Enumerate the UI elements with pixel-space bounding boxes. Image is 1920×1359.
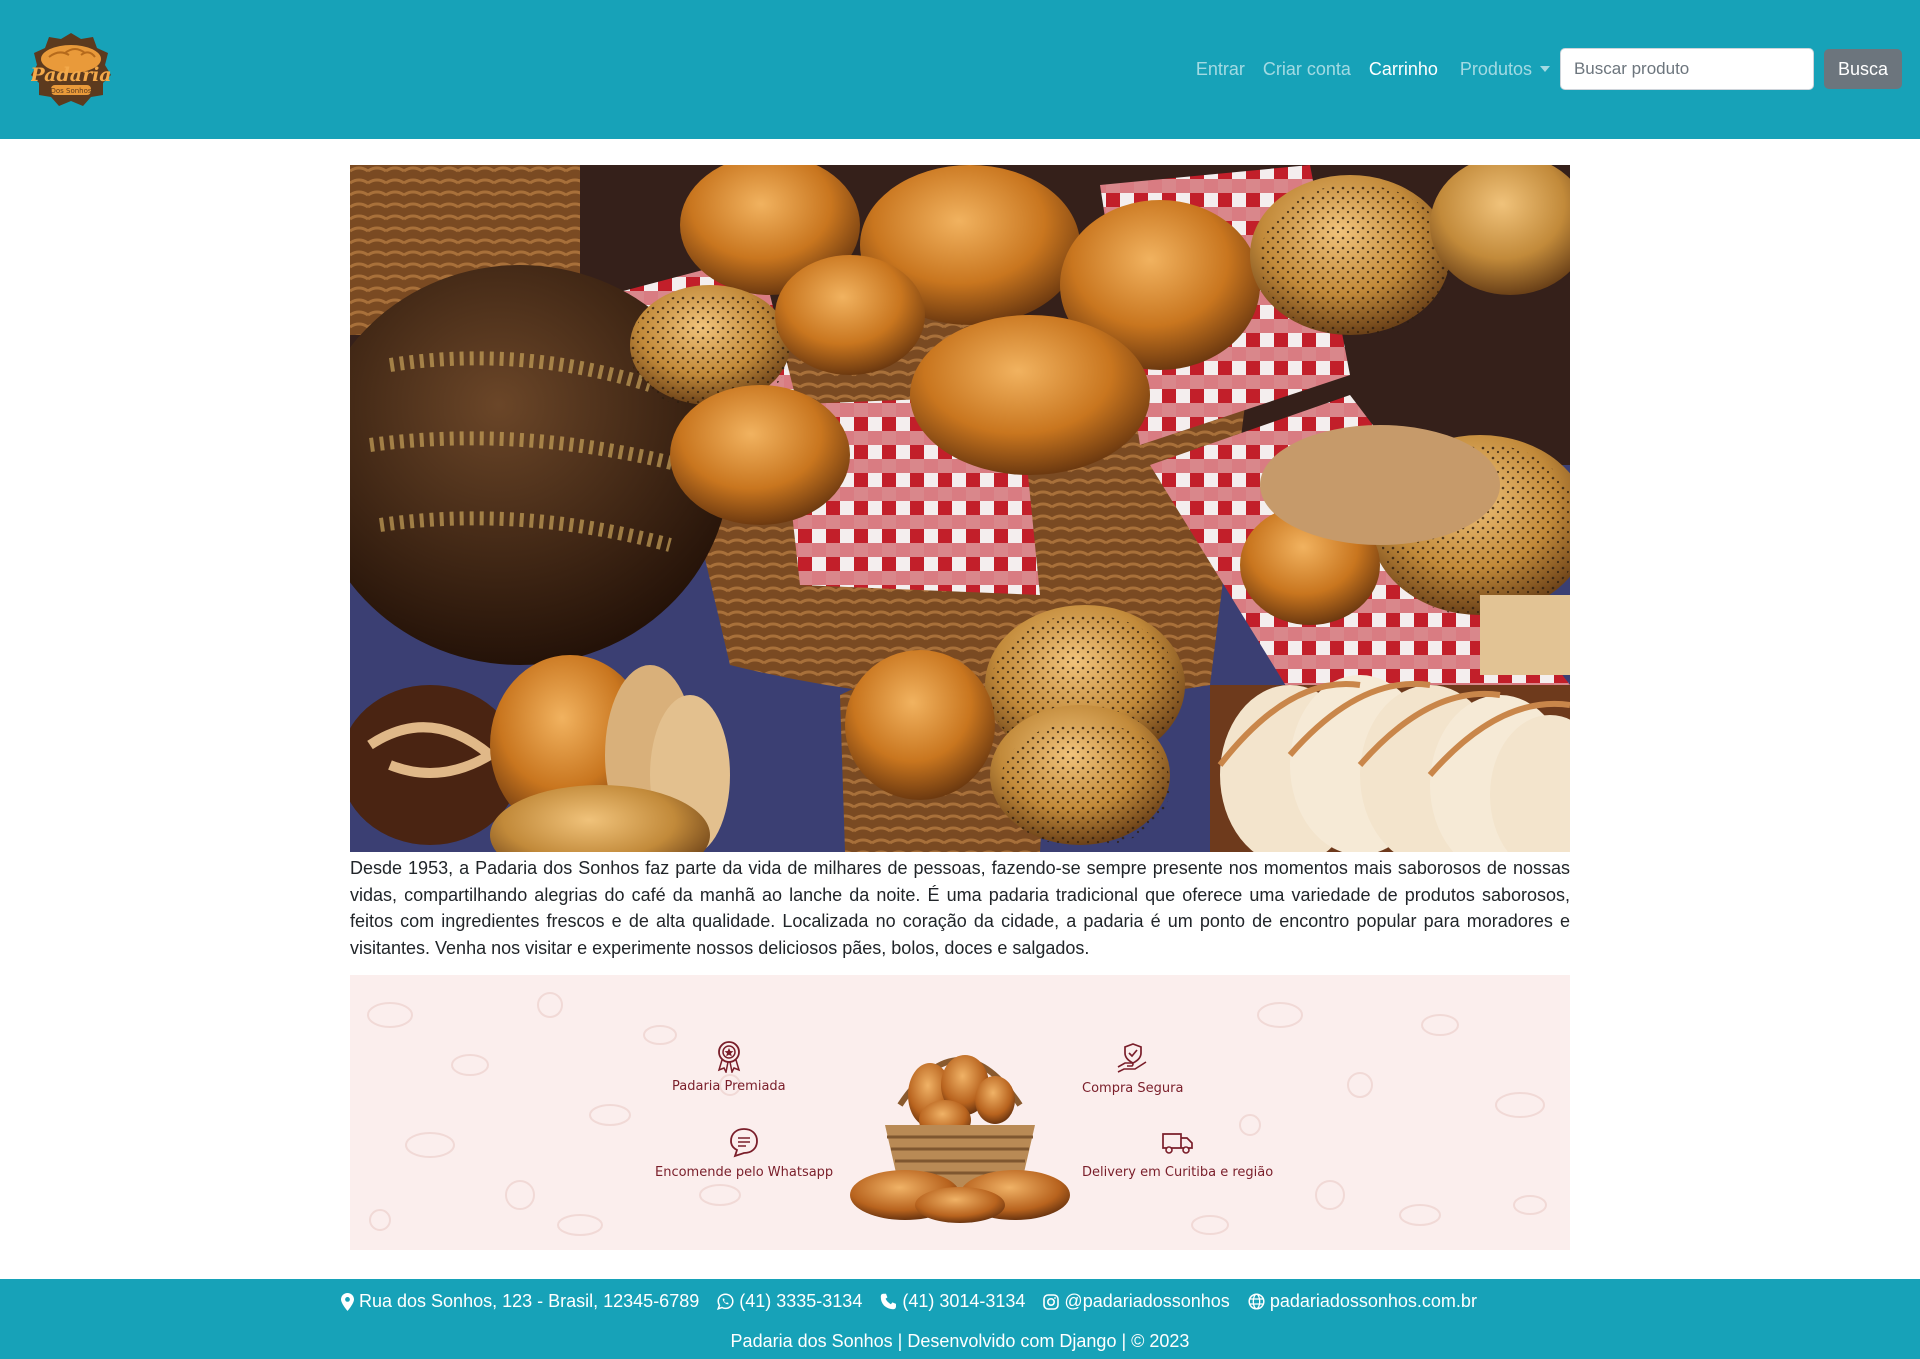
signup-link[interactable]: Criar conta — [1263, 59, 1351, 80]
globe-icon — [1248, 1293, 1265, 1310]
feature-whatsapp: Encomende pelo Whatsapp — [655, 1125, 833, 1180]
secure-hand-shield-icon — [1117, 1043, 1147, 1073]
logo-text: Padaria — [31, 64, 111, 86]
search-button[interactable]: Busca — [1823, 49, 1902, 89]
footer-website-text: padariadossonhos.com.br — [1269, 1291, 1477, 1311]
feature-award-label: Padaria Premiada — [672, 1079, 786, 1094]
login-link[interactable]: Entrar — [1196, 59, 1245, 80]
feature-secure: Compra Segura — [1082, 1041, 1183, 1096]
feature-secure-label: Compra Segura — [1082, 1081, 1184, 1096]
footer-phone[interactable]: (41) 3014-3134 — [880, 1291, 1025, 1312]
footer-copyright: Padaria dos Sonhos | Desenvolvido com Dj… — [730, 1331, 1190, 1351]
search-input[interactable] — [1559, 48, 1814, 90]
footer-address: Rua dos Sonhos, 123 - Brasil, 12345-6789 — [341, 1291, 699, 1312]
nav-links: Entrar Criar conta Carrinho Produtos Bus… — [1196, 48, 1902, 90]
footer: Rua dos Sonhos, 123 - Brasil, 12345-6789… — [0, 1279, 1920, 1359]
feature-delivery: Delivery em Curitiba e região — [1082, 1125, 1273, 1180]
caret-down-icon — [1539, 66, 1550, 72]
footer-website[interactable]: padariadossonhos.com.br — [1248, 1291, 1477, 1312]
footer-instagram[interactable]: @padariadossonhos — [1043, 1291, 1230, 1312]
bakery-description: Desde 1953, a Padaria dos Sonhos faz par… — [350, 858, 1570, 958]
footer-whatsapp[interactable]: (41) 3335-3134 — [717, 1291, 862, 1312]
hero-image — [350, 165, 1570, 852]
instagram-icon — [1043, 1293, 1060, 1310]
logo-subtext: Dos Sonhos — [50, 87, 91, 95]
feature-delivery-label: Delivery em Curitiba e região — [1082, 1165, 1274, 1180]
map-pin-icon — [341, 1292, 354, 1311]
cart-link[interactable]: Carrinho — [1369, 59, 1438, 80]
footer-whatsapp-text: (41) 3335-3134 — [739, 1291, 863, 1311]
products-dropdown[interactable]: Produtos — [1460, 59, 1550, 80]
bakery-logo[interactable]: Padaria Dos Sonhos — [29, 31, 112, 107]
products-dropdown-label: Produtos — [1459, 58, 1532, 79]
logo-icon: Padaria Dos Sonhos — [29, 33, 112, 106]
bread-baskets-photo — [350, 165, 1570, 852]
footer-contacts: Rua dos Sonhos, 123 - Brasil, 12345-6789… — [341, 1291, 1495, 1312]
chat-bubble-icon — [730, 1128, 758, 1158]
footer-instagram-text: @padariadossonhos — [1064, 1291, 1230, 1311]
whatsapp-icon — [717, 1293, 734, 1310]
navbar: Padaria Dos Sonhos Entrar Criar conta Ca… — [0, 0, 1920, 139]
bread-basket-illustration — [850, 1055, 1070, 1223]
features-banner: Padaria Premiada Encomende pelo Whatsapp — [350, 975, 1570, 1250]
footer-address-text: Rua dos Sonhos, 123 - Brasil, 12345-6789 — [359, 1291, 700, 1311]
feature-whatsapp-label: Encomende pelo Whatsapp — [655, 1165, 834, 1180]
award-ribbon-icon — [717, 1041, 740, 1073]
phone-icon — [881, 1293, 897, 1310]
delivery-truck-icon — [1161, 1133, 1193, 1154]
footer-phone-text: (41) 3014-3134 — [902, 1291, 1026, 1311]
feature-award: Padaria Premiada — [672, 1039, 786, 1094]
